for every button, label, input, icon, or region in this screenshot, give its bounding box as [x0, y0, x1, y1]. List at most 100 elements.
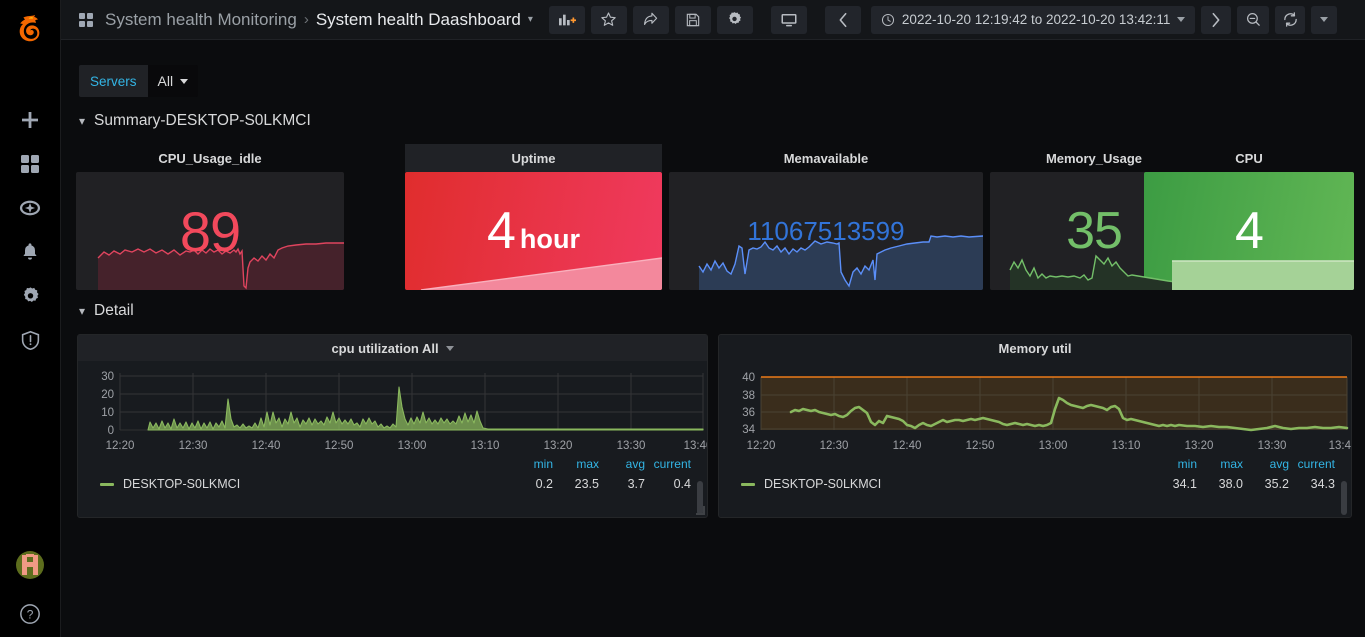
- sidebar-bottom: ?: [6, 551, 54, 637]
- sidebar-item-create[interactable]: [6, 98, 54, 142]
- svg-text:20: 20: [101, 389, 114, 401]
- dashboard-icon: [79, 12, 93, 27]
- svg-text:13:00: 13:00: [398, 440, 427, 452]
- dashboard-settings-button[interactable]: [716, 5, 753, 34]
- row-header-detail[interactable]: ▾ Detail: [79, 302, 134, 320]
- legend-col-min[interactable]: min: [507, 457, 553, 471]
- apps-icon: [20, 154, 40, 174]
- panel-title-bar[interactable]: cpu utilization All: [78, 335, 707, 361]
- sidebar-item-dashboards[interactable]: [6, 142, 54, 186]
- row-title: Summary-DESKTOP-S0LKMCI: [94, 112, 311, 129]
- legend-series-name: DESKTOP-S0LKMCI: [123, 477, 241, 491]
- avatar[interactable]: [16, 551, 44, 579]
- stat-value: 4: [1235, 202, 1264, 260]
- legend-col-max[interactable]: max: [1197, 457, 1243, 471]
- legend-col-max[interactable]: max: [553, 457, 599, 471]
- legend-col-current[interactable]: current: [1289, 457, 1335, 471]
- refresh-dashboard-button[interactable]: [1275, 5, 1306, 34]
- legend-value-current: 34.3: [1310, 477, 1335, 491]
- share-icon: [644, 12, 658, 26]
- variable-value-text: All: [157, 73, 174, 89]
- panel-resize-handle[interactable]: [696, 506, 705, 515]
- refresh-interval-dropdown[interactable]: [1311, 5, 1338, 34]
- add-panel-button[interactable]: [548, 5, 585, 34]
- svg-text:12:20: 12:20: [747, 440, 776, 452]
- sidebar-item-help[interactable]: ?: [6, 599, 54, 629]
- legend-value-avg: 35.2: [1264, 477, 1289, 491]
- chevron-down-icon[interactable]: ▾: [528, 14, 533, 25]
- variable-label: Servers: [79, 65, 148, 97]
- bell-icon: [20, 242, 40, 262]
- memory-util-chart: 40 38 36 34 12:20 12:30 12:40 12:50 13:0…: [742, 372, 1357, 452]
- stat-panel-cpu[interactable]: CPU 4: [1144, 144, 1354, 290]
- legend-color-swatch[interactable]: [100, 482, 114, 486]
- grafana-logo-icon[interactable]: [8, 8, 52, 52]
- svg-text:12:40: 12:40: [252, 440, 281, 452]
- stat-panel-cpu-usage-idle[interactable]: CPU_Usage_idle 89: [76, 144, 344, 290]
- memory-util-panel[interactable]: Memory util 40 38 36 34 12:20 12:30 12:4…: [718, 334, 1357, 518]
- stat-panel-body: 89: [76, 172, 344, 290]
- svg-text:34: 34: [742, 424, 755, 436]
- shield-icon: [20, 330, 41, 351]
- panel-title[interactable]: Uptime: [405, 144, 662, 172]
- svg-text:12:50: 12:50: [325, 440, 354, 452]
- cpu-utilization-chart: 30 20 10 0 12:20 12:30 12:40 12:50 13:00…: [101, 371, 712, 452]
- chevron-right-icon: [1212, 12, 1220, 27]
- mark-favorite-button[interactable]: [590, 5, 627, 34]
- page-title[interactable]: System health Daashboard: [316, 10, 521, 30]
- grafana-dashboard: ? System health Monitoring › System heal…: [0, 0, 1365, 637]
- row-header-summary[interactable]: ▾ Summary-DESKTOP-S0LKMCI: [79, 112, 311, 130]
- tv-icon: [781, 13, 797, 26]
- save-dashboard-button[interactable]: [674, 5, 711, 34]
- legend-value-max: 38.0: [1218, 477, 1243, 491]
- legend-col-avg[interactable]: avg: [1243, 457, 1289, 471]
- stat-panel-uptime[interactable]: Uptime 4 hour: [405, 144, 662, 290]
- sidebar-item-alerting[interactable]: [6, 230, 54, 274]
- time-range-picker[interactable]: 2022-10-20 12:19:42 to 2022-10-20 13:42:…: [870, 5, 1196, 34]
- svg-text:?: ?: [27, 608, 34, 622]
- refresh-icon: [1284, 12, 1297, 27]
- dashboard-toolbar: 2022-10-20 12:19:42 to 2022-10-20 13:42:…: [548, 5, 1338, 34]
- sidebar-item-explore[interactable]: [6, 186, 54, 230]
- legend-series-name: DESKTOP-S0LKMCI: [764, 477, 882, 491]
- panel-title: Memory util: [998, 340, 1072, 356]
- svg-text:12:20: 12:20: [106, 440, 135, 452]
- svg-text:13:40: 13:40: [1329, 440, 1351, 452]
- legend-col-avg[interactable]: avg: [599, 457, 645, 471]
- svg-text:13:30: 13:30: [617, 440, 646, 452]
- svg-text:12:30: 12:30: [820, 440, 849, 452]
- legend-color-swatch[interactable]: [741, 482, 755, 486]
- svg-text:0: 0: [108, 425, 114, 437]
- chevron-down-icon: [180, 78, 189, 84]
- legend-col-current[interactable]: current: [645, 457, 691, 471]
- legend-value-min: 34.1: [1172, 477, 1197, 491]
- time-range-next-button[interactable]: [1201, 5, 1232, 34]
- legend-row[interactable]: DESKTOP-S0LKMCI 34.1 38.0 35.2 34.3: [719, 477, 1351, 491]
- question-circle-icon: ?: [19, 603, 41, 625]
- stat-panel-memavailable[interactable]: Memavailable 11067513599: [669, 144, 983, 290]
- legend-row[interactable]: DESKTOP-S0LKMCI 0.2 23.5 3.7 0.4: [78, 477, 707, 491]
- sidebar-nav: [6, 98, 54, 362]
- sidebar-item-configuration[interactable]: [6, 274, 54, 318]
- sidebar-item-server-admin[interactable]: [6, 318, 54, 362]
- panel-title[interactable]: CPU_Usage_idle: [76, 144, 344, 172]
- zoom-out-time-button[interactable]: [1237, 5, 1270, 34]
- stat-value: 35: [1066, 202, 1123, 260]
- variable-value-dropdown[interactable]: All: [147, 65, 199, 97]
- svg-text:13:00: 13:00: [1039, 440, 1068, 452]
- panel-title-bar[interactable]: Memory util: [719, 335, 1351, 361]
- chevron-left-icon: [839, 12, 847, 27]
- panel-title[interactable]: Memavailable: [669, 144, 983, 172]
- chevron-down-icon[interactable]: [445, 345, 454, 351]
- cpu-utilization-panel[interactable]: cpu utilization All 30 20 10 0 12:20 12:…: [77, 334, 712, 518]
- share-dashboard-button[interactable]: [632, 5, 669, 34]
- stat-panel-body: 4: [1144, 172, 1354, 290]
- time-range-prev-button[interactable]: [824, 5, 861, 34]
- cycle-view-mode-button[interactable]: [770, 5, 807, 34]
- legend-col-min[interactable]: min: [1151, 457, 1197, 471]
- legend-header: min max avg current: [719, 457, 1351, 471]
- panel-title[interactable]: CPU: [1144, 144, 1354, 172]
- chevron-down-icon: [1320, 17, 1329, 22]
- breadcrumb-folder[interactable]: System health Monitoring: [105, 10, 297, 30]
- legend-scrollbar[interactable]: [1341, 481, 1347, 515]
